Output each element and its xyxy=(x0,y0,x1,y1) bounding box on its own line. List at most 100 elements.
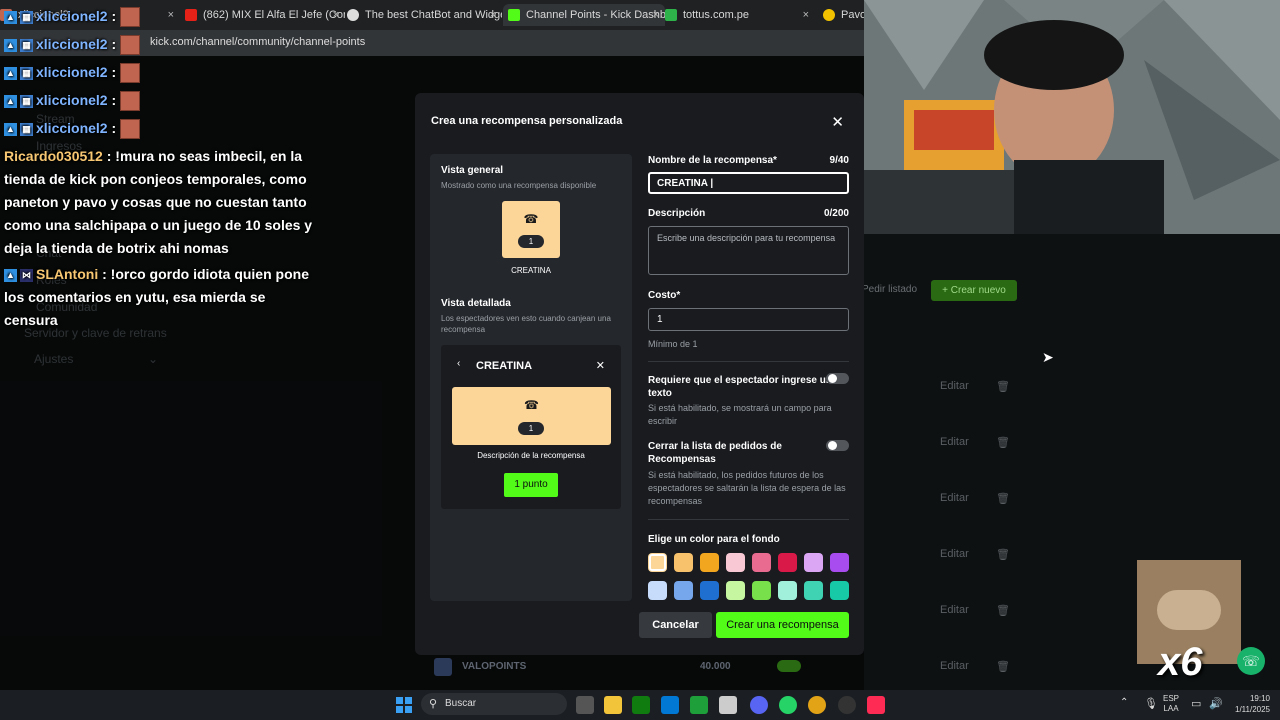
color-swatch[interactable] xyxy=(648,581,667,600)
chat-username: xliccionel2 xyxy=(36,8,108,24)
require-text-label: Requiere que el espectador ingrese un te… xyxy=(648,375,832,399)
row-edit-button[interactable]: Editar xyxy=(940,436,969,448)
webcam-image xyxy=(864,0,1280,234)
windows-start-icon[interactable] xyxy=(396,697,412,713)
lang-code: ESP xyxy=(1163,694,1180,703)
color-swatch[interactable] xyxy=(778,553,797,572)
edit-list-button[interactable]: Pedir listado xyxy=(862,284,917,295)
language-indicator[interactable]: ESP LAA xyxy=(1163,694,1179,714)
tab-tottus[interactable]: tottus.com.pe × xyxy=(665,4,815,26)
xbox-icon[interactable] xyxy=(632,696,650,714)
row-edit-button[interactable]: Editar xyxy=(940,380,969,392)
preview-panel: Vista general Mostrado como una recompen… xyxy=(430,154,632,601)
color-swatch[interactable] xyxy=(700,581,719,600)
vip-badge-icon: ▲ xyxy=(4,268,17,282)
volume-icon[interactable]: 🔊 xyxy=(1209,697,1223,710)
chrome-icon[interactable] xyxy=(808,696,826,714)
vip-badge-icon: ▲ xyxy=(4,38,17,52)
chat-message: Ricardo030512 : !mura no seas imbecil, e… xyxy=(4,145,314,260)
color-swatch[interactable] xyxy=(778,581,797,600)
tab-close-icon[interactable]: × xyxy=(333,9,339,21)
taskbar-search[interactable]: ⚲ Buscar xyxy=(421,693,567,715)
store-icon[interactable] xyxy=(661,696,679,714)
color-swatch[interactable] xyxy=(830,581,849,600)
chat-username: xliccionel2 xyxy=(36,120,108,136)
row-edit-button[interactable]: Editar xyxy=(940,548,969,560)
row-edit-button[interactable]: Editar xyxy=(940,604,969,616)
reward-enabled-toggle[interactable] xyxy=(777,660,801,672)
trash-icon[interactable]: 🗑 xyxy=(996,548,1010,561)
vip-badge-icon: ▲ xyxy=(4,94,17,108)
detail-reward-tile: ☎ 1 xyxy=(452,387,611,445)
tab-chatbot[interactable]: The best ChatBot and Widgets × xyxy=(347,4,502,26)
minecraft-icon[interactable] xyxy=(690,696,708,714)
chat-text: : xyxy=(111,36,117,52)
color-swatch[interactable] xyxy=(674,553,693,572)
chevron-up-icon[interactable]: ⌃ xyxy=(1120,697,1128,708)
sub-badge-icon: ⋈ xyxy=(20,268,33,282)
emote xyxy=(120,35,141,56)
tiktok-icon[interactable] xyxy=(867,696,885,714)
reward-row-name: VALOPOINTS xyxy=(462,661,527,672)
task-view-icon[interactable] xyxy=(576,696,594,714)
redeem-button[interactable]: 1 punto xyxy=(504,473,558,497)
trash-icon[interactable]: 🗑 xyxy=(996,660,1010,673)
color-swatch[interactable] xyxy=(726,581,745,600)
obs-icon[interactable] xyxy=(838,696,856,714)
color-swatch[interactable] xyxy=(674,581,693,600)
tab-close-icon[interactable]: × xyxy=(803,9,809,21)
cost-input[interactable]: 1 xyxy=(648,308,849,331)
file-explorer-icon[interactable] xyxy=(604,696,622,714)
tab-close-icon[interactable]: × xyxy=(168,9,174,21)
chevron-left-icon[interactable]: ‹ xyxy=(457,358,460,369)
mic-icon[interactable]: 🎙 xyxy=(1144,697,1158,710)
cancel-button[interactable]: Cancelar xyxy=(639,612,712,638)
color-swatch[interactable] xyxy=(726,553,745,572)
close-icon[interactable]: ✕ xyxy=(596,359,605,372)
color-swatch[interactable] xyxy=(804,581,823,600)
clock-time: 19:10 xyxy=(1249,694,1270,703)
discord-icon[interactable] xyxy=(750,696,768,714)
color-swatch[interactable] xyxy=(752,553,771,572)
divider xyxy=(648,361,849,362)
pavo-icon xyxy=(823,9,835,21)
name-input[interactable]: CREATINA | xyxy=(648,172,849,194)
detail-heading: Vista detallada xyxy=(441,298,511,309)
create-new-button[interactable]: + Crear nuevo xyxy=(931,280,1017,301)
color-swatch[interactable] xyxy=(752,581,771,600)
row-edit-button[interactable]: Editar xyxy=(940,492,969,504)
tab-channel-points[interactable]: Channel Points - Kick Dashboar× xyxy=(503,4,665,26)
close-queue-toggle[interactable] xyxy=(826,440,849,451)
close-icon[interactable]: ✕ xyxy=(831,113,844,131)
tab-close-icon[interactable]: × xyxy=(490,9,496,21)
network-icon[interactable]: ▭ xyxy=(1191,697,1201,710)
tab-pavo[interactable]: Pavo E xyxy=(823,4,864,26)
trash-icon[interactable]: 🗑 xyxy=(996,604,1010,617)
search-icon: ⚲ xyxy=(429,698,438,710)
chat-text: : xyxy=(111,64,117,80)
color-swatch[interactable] xyxy=(804,553,823,572)
trash-icon[interactable]: 🗑 xyxy=(996,492,1010,505)
laughing-face-icon xyxy=(1157,590,1221,630)
reward-row-cost: 40.000 xyxy=(700,661,731,672)
row-edit-button[interactable]: Editar xyxy=(940,660,969,672)
url-text[interactable]: kick.com/channel/community/channel-point… xyxy=(150,36,365,48)
color-swatch[interactable] xyxy=(648,553,667,572)
color-swatch[interactable] xyxy=(700,553,719,572)
app-icon[interactable] xyxy=(719,696,737,714)
tab-close-icon[interactable]: × xyxy=(653,9,659,21)
trash-icon[interactable]: 🗑 xyxy=(996,380,1010,393)
color-swatch[interactable] xyxy=(830,553,849,572)
tottus-icon xyxy=(665,9,677,21)
tab-youtube[interactable]: (862) MIX El Alfa El Jefe (Coron × xyxy=(185,4,345,26)
whatsapp-icon[interactable] xyxy=(779,696,797,714)
overview-reward-tile[interactable]: ☎ 1 xyxy=(502,201,560,258)
description-textarea[interactable]: Escribe una descripción para tu recompen… xyxy=(648,226,849,275)
trash-icon[interactable]: 🗑 xyxy=(996,436,1010,449)
support-chat-icon[interactable]: ☏ xyxy=(1237,647,1265,675)
kick-icon xyxy=(508,9,520,21)
sub-badge-icon: ▦ xyxy=(20,10,33,24)
create-reward-button[interactable]: Crear una recompensa xyxy=(716,612,849,638)
require-text-toggle[interactable] xyxy=(826,373,849,384)
clock[interactable]: 19:10 1/11/2025 xyxy=(1226,693,1270,715)
